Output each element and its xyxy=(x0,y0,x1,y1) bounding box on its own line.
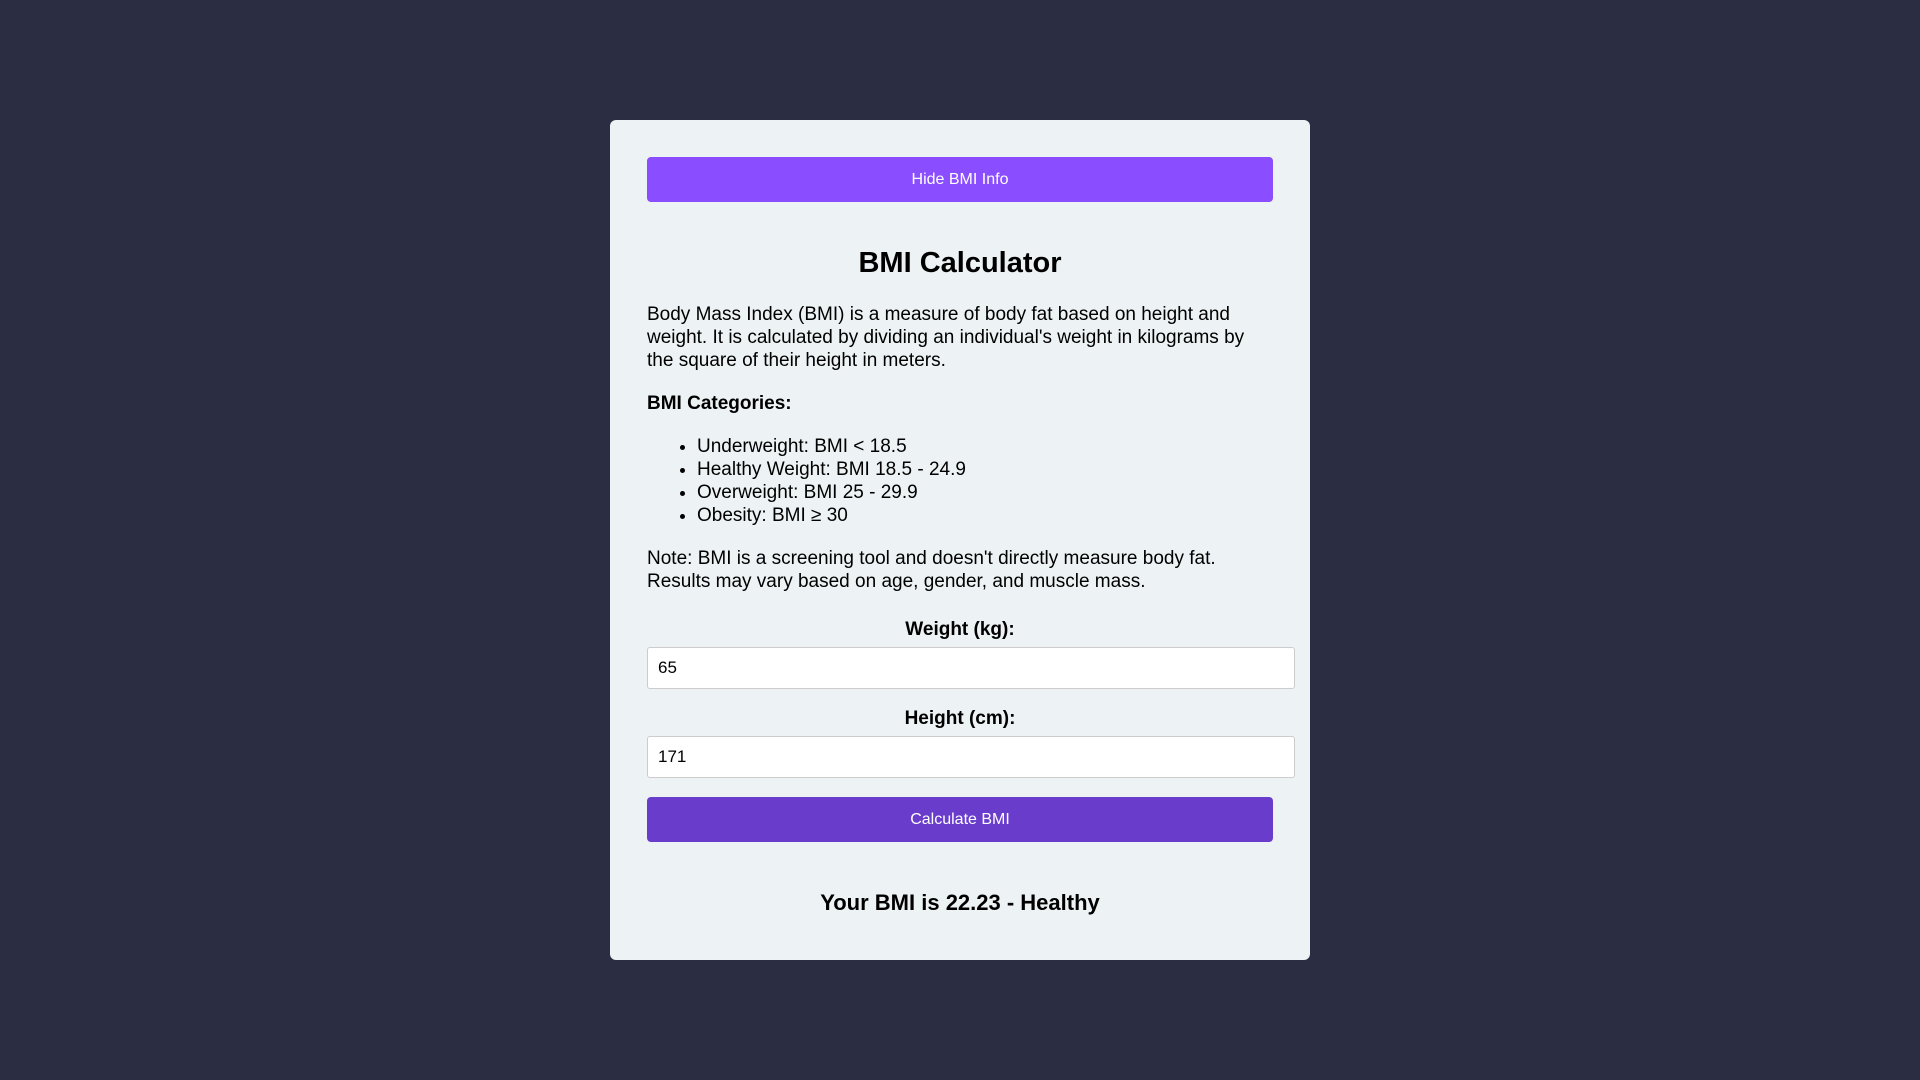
hide-bmi-info-button[interactable]: Hide BMI Info xyxy=(647,157,1273,202)
list-item: Obesity: BMI ≥ 30 xyxy=(697,504,1273,527)
bmi-description: Body Mass Index (BMI) is a measure of bo… xyxy=(647,304,1245,371)
weight-input[interactable] xyxy=(647,647,1295,689)
list-item: Overweight: BMI 25 - 29.9 xyxy=(697,481,1273,504)
height-label: Height (cm): xyxy=(904,708,1016,729)
weight-label: Weight (kg): xyxy=(905,619,1015,640)
list-item: Healthy Weight: BMI 18.5 - 24.9 xyxy=(697,458,1273,481)
height-input[interactable] xyxy=(647,736,1295,778)
bmi-categories-list: Underweight: BMI < 18.5 Healthy Weight: … xyxy=(647,435,1273,527)
calculate-bmi-button[interactable]: Calculate BMI xyxy=(647,797,1273,842)
page-title: BMI Calculator xyxy=(858,247,1062,279)
bmi-result: Your BMI is 22.23 - Healthy xyxy=(820,890,1100,915)
list-item: Underweight: BMI < 18.5 xyxy=(697,435,1273,458)
bmi-categories-heading: BMI Categories: xyxy=(647,393,792,414)
bmi-note: Note: BMI is a screening tool and doesn'… xyxy=(647,548,1216,592)
bmi-card: Hide BMI Info BMI Calculator Body Mass I… xyxy=(610,120,1310,960)
